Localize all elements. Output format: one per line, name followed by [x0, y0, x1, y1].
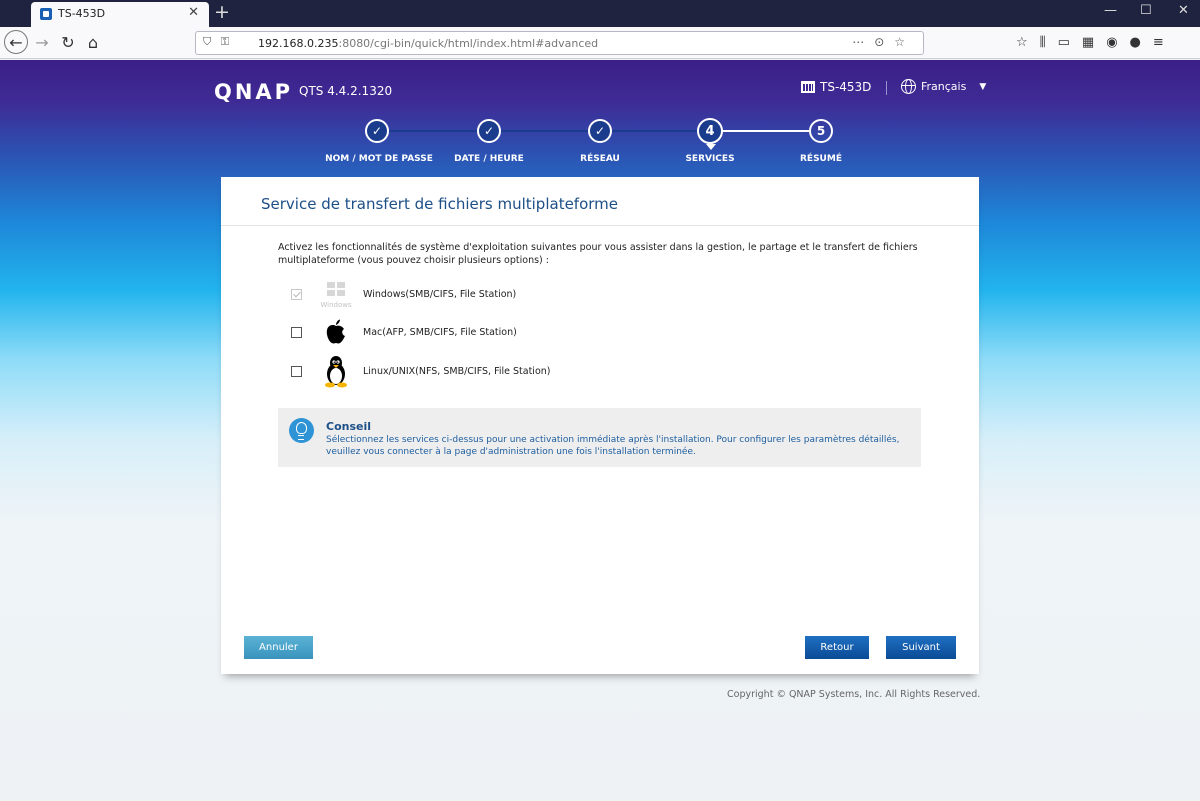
- device-label: TS-453D: [820, 80, 872, 94]
- url-host: 192.168.0.235: [258, 37, 339, 50]
- header-divider: [886, 81, 887, 95]
- browser-nav-bar: ← → ↻ ⌂ ⛉ ⚿ 192.168.0.235:8080/cgi-bin/q…: [0, 27, 1200, 59]
- tab-close-icon[interactable]: ✕: [188, 5, 199, 20]
- mac-checkbox[interactable]: [291, 326, 302, 338]
- intro-text: Activez les fonctionnalités de système d…: [278, 242, 918, 266]
- stepper-remaining-line: [723, 130, 809, 132]
- step-1-label: NOM / MOT DE PASSE: [325, 154, 433, 164]
- linux-checkbox[interactable]: [291, 365, 302, 377]
- option-linux: Linux/UNIX(NFS, SMB/CIFS, File Station): [291, 354, 551, 388]
- browser-tab-bar: TS-453D ✕ + — ☐ ✕: [0, 0, 1200, 27]
- tux-penguin-icon: [318, 354, 354, 388]
- next-button[interactable]: Suivant: [886, 636, 956, 659]
- option-windows: Windows Windows(SMB/CIFS, File Station): [291, 279, 516, 309]
- windows-logo-caption: Windows: [320, 301, 352, 309]
- address-bar[interactable]: ⛉ ⚿ 192.168.0.235:8080/cgi-bin/quick/htm…: [195, 31, 924, 55]
- wizard-panel: Service de transfert de fichiers multipl…: [221, 177, 979, 674]
- firmware-version: QTS 4.4.2.1320: [299, 84, 393, 98]
- step-3-check-icon: ✓: [588, 119, 612, 143]
- linux-option-label: Linux/UNIX(NFS, SMB/CIFS, File Station): [363, 365, 551, 377]
- step-5-indicator: 5: [809, 119, 833, 143]
- windows-option-label: Windows(SMB/CIFS, File Station): [363, 288, 517, 300]
- copyright-text: Copyright © QNAP Systems, Inc. All Right…: [727, 689, 981, 700]
- apple-logo-icon: [318, 317, 354, 347]
- tip-text: Sélectionnez les services ci-dessus pour…: [326, 435, 900, 457]
- panel-title: Service de transfert de fichiers multipl…: [261, 195, 619, 213]
- qnap-setup-page: QNAP QTS 4.4.2.1320 TS-453D Français ▼ ✓…: [0, 60, 1200, 801]
- back-arrow-icon[interactable]: ←: [4, 30, 28, 54]
- step-2-label: DATE / HEURE: [454, 154, 524, 164]
- tip-title: Conseil: [326, 420, 372, 433]
- step-2-check-icon: ✓: [477, 119, 501, 143]
- qnap-logo: QNAP: [214, 80, 294, 104]
- forward-arrow-icon[interactable]: →: [30, 30, 54, 54]
- toolbar-extension-icons[interactable]: ☆⫼▭▦◉●≡: [1016, 35, 1176, 50]
- minimize-icon[interactable]: —: [1104, 3, 1117, 18]
- nas-device-icon: [801, 81, 815, 93]
- language-selector[interactable]: Français ▼: [901, 79, 986, 94]
- cancel-button[interactable]: Annuler: [244, 636, 313, 659]
- step-3-label: RÉSEAU: [580, 154, 620, 164]
- tab-title: TS-453D: [58, 7, 106, 20]
- device-name: TS-453D: [801, 80, 871, 94]
- step-5-label: RÉSUMÉ: [800, 154, 842, 164]
- tip-box: Conseil Sélectionnez les services ci-des…: [278, 408, 921, 467]
- new-tab-button[interactable]: +: [214, 1, 230, 23]
- panel-divider: [221, 225, 979, 226]
- page-actions-icon[interactable]: ⋯⊙☆: [852, 35, 915, 49]
- step-4-indicator: 4: [697, 118, 723, 150]
- site-security-icon[interactable]: ⛉ ⚿: [203, 35, 232, 49]
- home-icon[interactable]: ⌂: [81, 30, 105, 54]
- mac-option-label: Mac(AFP, SMB/CIFS, File Station): [363, 326, 517, 338]
- url-text[interactable]: 192.168.0.235:8080/cgi-bin/quick/html/in…: [258, 37, 598, 50]
- step-4-label: SERVICES: [685, 154, 735, 164]
- browser-tab[interactable]: TS-453D ✕: [31, 2, 209, 27]
- windows-checkbox[interactable]: [291, 288, 302, 300]
- close-window-icon[interactable]: ✕: [1178, 3, 1189, 18]
- windows-logo-icon: Windows: [318, 279, 354, 309]
- qnap-favicon-icon: [40, 8, 52, 20]
- lightbulb-icon: [289, 418, 314, 443]
- stepper-progress-line: [388, 130, 710, 132]
- language-label: Français: [921, 80, 967, 93]
- maximize-icon[interactable]: ☐: [1140, 3, 1152, 18]
- reload-icon[interactable]: ↻: [56, 30, 80, 54]
- back-button[interactable]: Retour: [805, 636, 869, 659]
- option-mac: Mac(AFP, SMB/CIFS, File Station): [291, 317, 517, 347]
- step-1-check-icon: ✓: [365, 119, 389, 143]
- url-path: :8080/cgi-bin/quick/html/index.html#adva…: [338, 37, 599, 50]
- chevron-down-icon: ▼: [979, 81, 987, 92]
- globe-icon: [901, 79, 916, 94]
